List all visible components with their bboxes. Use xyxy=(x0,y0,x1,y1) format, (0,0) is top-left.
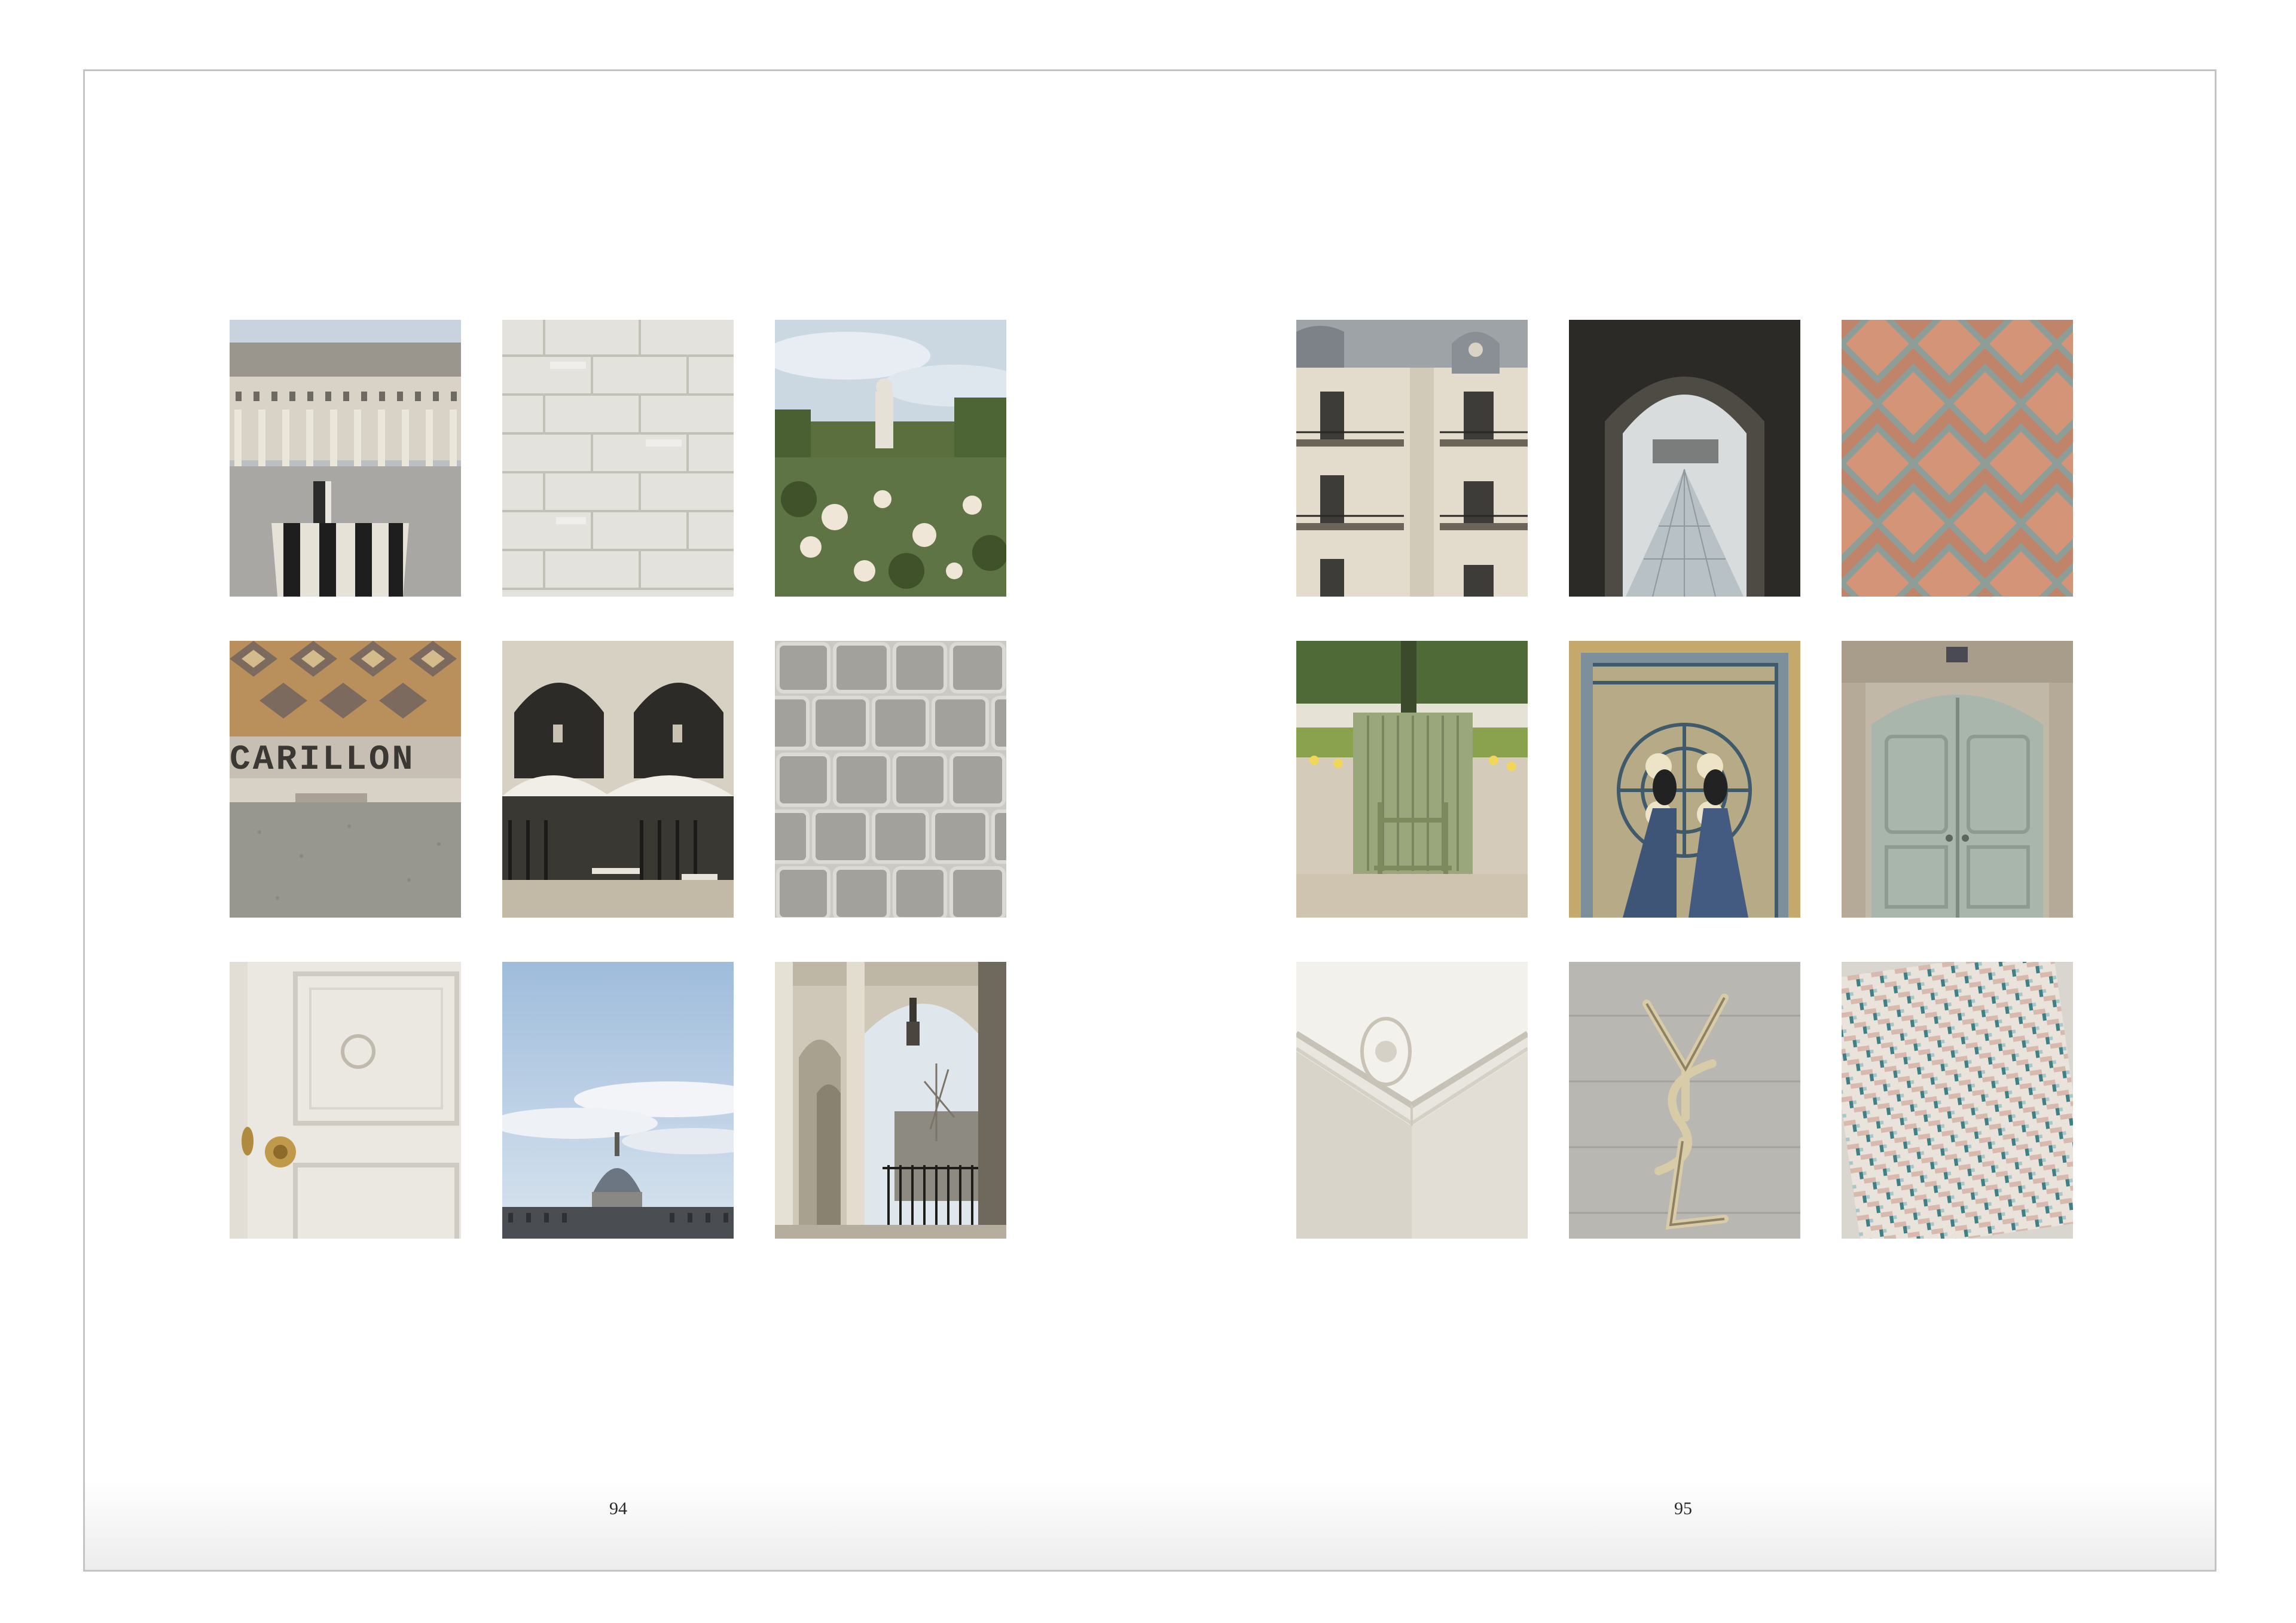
svg-text:CARILLON: CARILLON xyxy=(230,741,415,780)
page-number-left: 94 xyxy=(609,1499,627,1518)
photo-green-garden-chair xyxy=(1296,641,1528,918)
photo-garden-statue-roses xyxy=(775,320,1006,597)
photo-terracotta-tile-floor xyxy=(1842,320,2073,597)
photo-woven-tile-pattern xyxy=(1842,962,2073,1239)
page-number-right: 95 xyxy=(1674,1499,1692,1518)
photo-ysl-logo-sign xyxy=(1569,962,1800,1239)
photo-grey-green-door xyxy=(1842,641,2073,918)
right-page: 95 xyxy=(1152,71,2216,1570)
left-page: CARILLON 94 xyxy=(85,71,1152,1570)
photo-white-subway-tiles xyxy=(502,320,734,597)
photo-colonnade-lantern xyxy=(775,962,1006,1239)
photo-arcade-cafe-umbrellas xyxy=(502,641,734,918)
photo-white-door-brass-knob xyxy=(230,962,461,1239)
photo-cobblestone-wall xyxy=(775,641,1006,918)
photo-grid-left: CARILLON xyxy=(230,320,1006,1239)
photo-invalides-dome-sky xyxy=(502,962,734,1239)
photo-mosaic-floor-feet xyxy=(1569,641,1800,918)
photo-haussmann-facade xyxy=(1296,320,1528,597)
photo-grid-right xyxy=(1296,320,2073,1239)
photo-palais-royal-columns xyxy=(230,320,461,597)
photo-ceiling-molding xyxy=(1296,962,1528,1239)
book-spread: CARILLON 94 95 xyxy=(83,69,2216,1572)
photo-carillon-mosaic-floor: CARILLON xyxy=(230,641,461,918)
photo-louvre-pyramid-arch xyxy=(1569,320,1800,597)
